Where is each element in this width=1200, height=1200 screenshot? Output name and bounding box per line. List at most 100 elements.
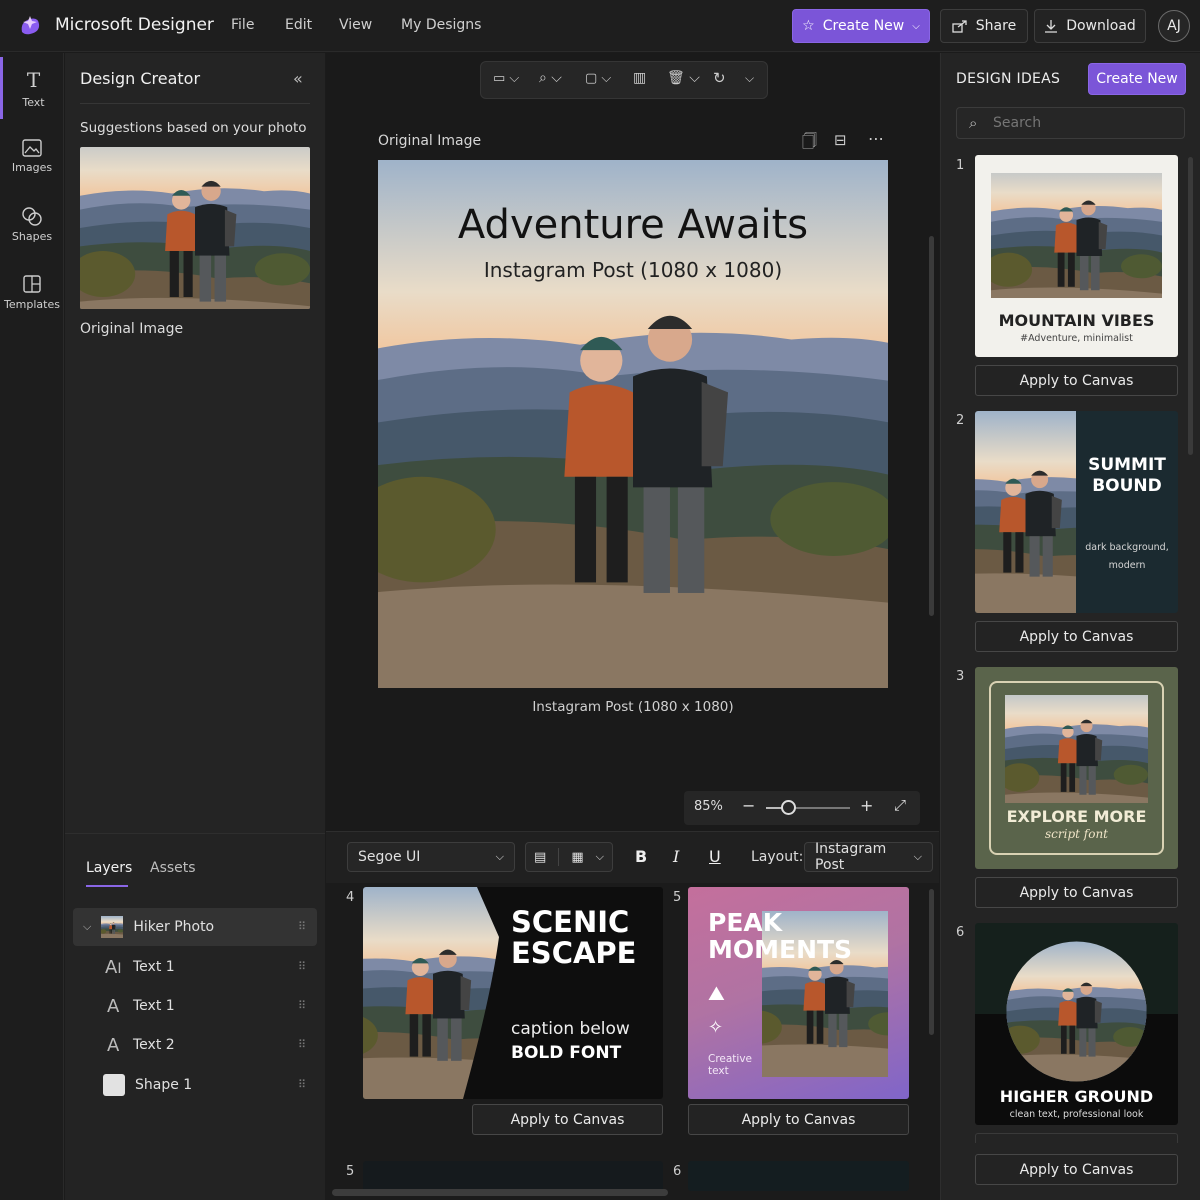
menu-my-designs[interactable]: My Designs xyxy=(401,17,481,33)
delete-icon[interactable]: 🗑 ⌵ xyxy=(667,70,700,86)
font-select[interactable]: Segoe UI ⌵ xyxy=(347,842,515,872)
rail-label: Templates xyxy=(4,297,60,311)
rail-label: Shapes xyxy=(11,229,53,243)
layer-row[interactable]: AI Text 1 ⠿ xyxy=(73,948,317,986)
create-new-button[interactable]: ☆ Create New ⌵ xyxy=(792,9,930,43)
design-card-scenic[interactable]: SCENIC ESCAPE caption below BOLD FONT xyxy=(363,887,663,1099)
download-icon xyxy=(1045,20,1058,33)
italic-button[interactable]: I xyxy=(673,847,679,866)
layer-row[interactable]: A Text 2 ⠿ xyxy=(73,1026,317,1064)
fullscreen-icon[interactable]: ⤢ xyxy=(894,796,906,814)
apply-to-canvas-button[interactable]: Apply to Canvas xyxy=(975,1154,1178,1185)
layer-row[interactable]: ⌵ Hiker Photo ⠿ xyxy=(73,908,317,946)
layout-select[interactable]: Instagram Post ⌵ xyxy=(804,841,933,873)
format-bar: Segoe UI ⌵ ▤ ▦ ⌵ B I U Layout: Instagram… xyxy=(326,831,939,883)
underline-button[interactable]: U xyxy=(709,847,721,866)
apply-to-canvas-button[interactable]: Apply to Canvas xyxy=(975,365,1178,396)
design-canvas[interactable]: Adventure Awaits Instagram Post (1080 x … xyxy=(378,160,888,688)
tab-assets[interactable]: Assets xyxy=(150,860,196,876)
drag-handle-icon[interactable]: ⠿ xyxy=(298,999,306,1012)
photo-thumb-icon xyxy=(101,916,124,938)
canvas-scrollbar[interactable] xyxy=(929,236,934,616)
rail-item-text[interactable]: T Text xyxy=(0,57,64,119)
layer-name: Text 2 xyxy=(133,1037,175,1053)
menu-view[interactable]: View xyxy=(339,17,372,33)
card-title: SCENIC ESCAPE xyxy=(511,905,637,970)
apply-to-canvas-button[interactable]: Apply to Canvas xyxy=(975,621,1178,652)
drag-handle-icon[interactable]: ⠿ xyxy=(298,1038,306,1051)
download-label: Download xyxy=(1066,18,1136,34)
drag-handle-icon[interactable]: ⠿ xyxy=(298,1078,306,1091)
frame-icon[interactable]: ▭ ⌵ xyxy=(493,71,519,86)
chevron-down-icon[interactable]: ⌵ xyxy=(745,71,754,86)
design-ideas-panel: DESIGN IDEAS Create New ⌕ 1 MOUNTAIN VIB… xyxy=(940,53,1200,1200)
design-card-peak[interactable]: PEAK MOMENTS ⛰ ✧ Creative text xyxy=(688,887,909,1099)
rail-item-templates[interactable]: Templates xyxy=(0,261,64,323)
download-button[interactable]: Download xyxy=(1034,9,1146,43)
image-settings-icon[interactable]: ⊟ xyxy=(834,131,847,149)
chevron-down-icon: ⌵ xyxy=(83,920,92,933)
mountain-icon: ⛰ xyxy=(708,981,725,1005)
rotate-icon[interactable]: ↻ xyxy=(713,69,726,87)
layer-name: Text 1 xyxy=(133,998,175,1014)
rail-item-shapes[interactable]: Shapes xyxy=(0,193,64,255)
design-card-partial[interactable] xyxy=(363,1161,663,1191)
zoom-control: 85% − + ⤢ xyxy=(684,791,920,825)
zoom-slider-thumb[interactable] xyxy=(781,800,797,815)
layer-name: Shape 1 xyxy=(135,1077,193,1093)
rail-label: Images xyxy=(11,160,53,174)
sparkle-icon: ✧ xyxy=(708,1017,724,1038)
search-box[interactable]: ⌕ xyxy=(956,107,1185,139)
menu-edit[interactable]: Edit xyxy=(285,17,312,33)
layout-value: Instagram Post xyxy=(815,841,887,873)
create-new-idea-button[interactable]: Create New xyxy=(1088,63,1186,95)
search-icon: ⌕ xyxy=(969,114,978,132)
apply-to-canvas-button[interactable]: Apply to Canvas xyxy=(688,1104,909,1135)
idea-number: 5 xyxy=(346,1164,355,1179)
idea-number: 5 xyxy=(673,890,682,905)
apply-to-canvas-button[interactable]: Apply to Canvas xyxy=(472,1104,663,1135)
panel-title: Design Creator xyxy=(80,69,201,88)
canvas-toolbar: ▭ ⌵ ⌕ ⌵ ▢ ⌵ ▥ 🗑 ⌵ ↻ ⌵ xyxy=(480,61,768,99)
text-layout-select[interactable]: ▤ ▦ ⌵ xyxy=(525,842,613,872)
page-icon[interactable]: 🗍 xyxy=(802,131,817,156)
layer-row[interactable]: A Text 1 ⠿ xyxy=(73,987,317,1025)
idea-card-mountain-vibes[interactable]: MOUNTAIN VIBES #Adventure, minimalist xyxy=(975,155,1178,357)
grid-scrollbar[interactable] xyxy=(929,889,934,1035)
rail-item-images[interactable]: Images xyxy=(0,125,64,187)
tab-layers[interactable]: Layers xyxy=(86,860,132,876)
zoom-in-icon[interactable]: + xyxy=(860,796,873,815)
avatar[interactable]: AJ xyxy=(1158,10,1190,42)
collapse-panel-icon[interactable]: « xyxy=(293,69,303,88)
bold-button[interactable]: B xyxy=(635,847,647,866)
align-icon[interactable]: ▥ xyxy=(633,70,646,86)
layers-panel: Layers Assets ⌵ Hiker Photo ⠿ AI Text 1 … xyxy=(65,833,325,1200)
divider xyxy=(80,103,310,104)
text-icon: T xyxy=(26,67,41,92)
tab-underline xyxy=(86,885,128,887)
search-input[interactable] xyxy=(993,112,1173,134)
menu-file[interactable]: File xyxy=(231,17,254,33)
drag-handle-icon[interactable]: ⠿ xyxy=(298,920,306,933)
idea-card-higher-ground[interactable]: HIGHER GROUND clean text, professional l… xyxy=(975,923,1178,1125)
suggestion-photo[interactable] xyxy=(80,147,310,309)
layer-row[interactable]: Shape 1 ⠿ xyxy=(73,1066,317,1104)
idea-number: 1 xyxy=(956,158,965,173)
zoom-icon[interactable]: ⌕ ⌵ xyxy=(539,70,562,86)
app-title: Microsoft Designer xyxy=(55,15,214,35)
more-options-icon[interactable]: ⋯ xyxy=(868,129,884,148)
star-icon: ☆ xyxy=(802,18,815,34)
canvas-subhead[interactable]: Instagram Post (1080 x 1080) xyxy=(378,258,888,282)
design-card-partial[interactable] xyxy=(688,1161,909,1191)
horizontal-scrollbar[interactable] xyxy=(332,1189,668,1196)
idea-card-explore-more[interactable]: EXPLORE MORE script font xyxy=(975,667,1178,869)
apply-to-canvas-button[interactable]: Apply to Canvas xyxy=(975,877,1178,908)
share-button[interactable]: Share xyxy=(940,9,1028,43)
canvas-headline[interactable]: Adventure Awaits xyxy=(378,202,888,248)
zoom-out-icon[interactable]: − xyxy=(742,796,755,815)
crop-icon[interactable]: ▢ ⌵ xyxy=(585,71,611,86)
shape-icon xyxy=(103,1074,125,1096)
idea-card-summit-bound[interactable]: SUMMIT BOUND dark background, modern xyxy=(975,411,1178,613)
ideas-scrollbar[interactable] xyxy=(1188,157,1193,455)
drag-handle-icon[interactable]: ⠿ xyxy=(298,960,306,973)
